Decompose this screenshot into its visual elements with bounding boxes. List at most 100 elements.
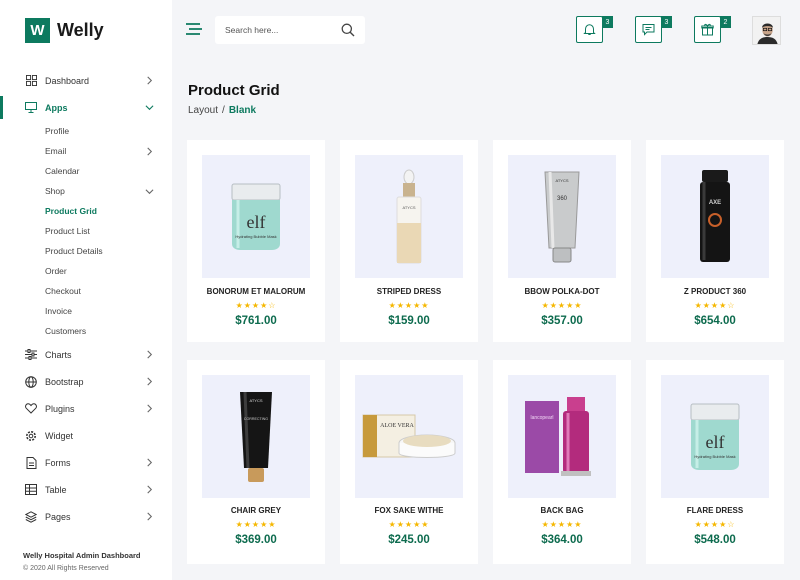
product-image[interactable]: ATYCS CORRECTING <box>202 375 310 498</box>
sidebar-subitem-customers[interactable]: Customers <box>45 321 172 341</box>
notifications-button[interactable]: 3 <box>576 16 613 43</box>
subitem-label: Product List <box>45 226 90 236</box>
sidebar-subitem-email[interactable]: Email <box>45 141 172 161</box>
sidebar-item-label: Pages <box>45 511 71 522</box>
product-image[interactable]: ATYCS <box>355 155 463 278</box>
product-price: $357.00 <box>541 315 583 327</box>
sidebar-item-plugins[interactable]: Plugins <box>0 395 172 422</box>
sidebar-subitem-product-list[interactable]: Product List <box>45 221 172 241</box>
product-image[interactable]: lancopearl <box>508 375 616 498</box>
product-card[interactable]: AXE Z PRODUCT 360 ★★★★☆ $654.00 <box>646 140 784 342</box>
subitem-label: Product Details <box>45 246 103 256</box>
breadcrumb-parent[interactable]: Layout <box>188 105 218 116</box>
sidebar-footer: Welly Hospital Admin Dashboard © 2020 Al… <box>23 551 141 572</box>
monitor-icon <box>25 102 37 114</box>
subitem-label: Product Grid <box>45 206 97 216</box>
sidebar-item-pages[interactable]: Pages <box>0 503 172 530</box>
chevron-right-icon <box>147 458 153 467</box>
product-name[interactable]: CHAIR GREY <box>187 506 325 515</box>
product-image[interactable]: ATYCS 360 <box>508 155 616 278</box>
product-card[interactable]: ATYCS STRIPED DRESS ★★★★★ $159.00 <box>340 140 478 342</box>
spray-can-icon: AXE <box>700 169 730 262</box>
sidebar-subitem-product-details[interactable]: Product Details <box>45 241 172 261</box>
svg-text:elf: elf <box>247 212 266 232</box>
sidebar-item-label: Dashboard <box>45 75 90 86</box>
sidebar-item-table[interactable]: Table <box>0 476 172 503</box>
subitem-label: Checkout <box>45 286 81 296</box>
sidebar-item-apps[interactable]: Apps <box>0 94 172 121</box>
product-price: $364.00 <box>541 534 583 546</box>
sidebar-subitem-order[interactable]: Order <box>45 261 172 281</box>
product-image[interactable]: ALOE VERA <box>355 375 463 498</box>
chevron-right-icon <box>147 76 153 85</box>
product-card[interactable]: ATYCS CORRECTING CHAIR GREY ★★★★★ $369.0… <box>187 360 325 564</box>
product-name[interactable]: FOX SAKE WITHE <box>340 506 478 515</box>
product-name[interactable]: FLARE DRESS <box>646 506 784 515</box>
rating-stars: ★★★★☆ <box>694 520 736 529</box>
product-name[interactable]: STRIPED DRESS <box>340 287 478 296</box>
product-name[interactable]: BONORUM ET MALORUM <box>187 287 325 296</box>
product-name[interactable]: BBOW POLKA-DOT <box>493 287 631 296</box>
cream-box-icon: ALOE VERA <box>362 414 456 458</box>
sidebar-item-label: Bootstrap <box>45 376 84 387</box>
product-card[interactable]: ATYCS 360 BBOW POLKA-DOT ★★★★★ $357.00 <box>493 140 631 342</box>
product-image[interactable]: elf Hydrating Bubble Mask <box>661 375 769 498</box>
product-card[interactable]: elf Hydrating Bubble Mask FLARE DRESS ★★… <box>646 360 784 564</box>
subitem-label: Shop <box>45 186 65 196</box>
file-icon <box>25 456 37 469</box>
sidebar-subitem-profile[interactable]: Profile <box>45 121 172 141</box>
product-card[interactable]: ALOE VERA FOX SAKE WITHE ★★★★★ $245.00 <box>340 360 478 564</box>
search-input[interactable] <box>225 25 335 35</box>
sidebar-item-label: Plugins <box>45 403 75 414</box>
dropper-bottle-icon: ATYCS <box>396 169 422 263</box>
svg-text:Hydrating Bubble Mask: Hydrating Bubble Mask <box>235 234 276 239</box>
search-icon[interactable] <box>341 23 355 37</box>
subitem-label: Profile <box>45 126 70 136</box>
tube-icon: ATYCS 360 <box>544 171 580 262</box>
product-card[interactable]: elf Hydrating Bubble Mask BONORUM ET MAL… <box>187 140 325 342</box>
breadcrumb: Layout / Blank <box>188 105 256 116</box>
sidebar-subitem-calendar[interactable]: Calendar <box>45 161 172 181</box>
product-image[interactable]: AXE <box>661 155 769 278</box>
chevron-down-icon <box>145 189 154 195</box>
product-name[interactable]: BACK BAG <box>493 506 631 515</box>
sidebar-item-bootstrap[interactable]: Bootstrap <box>0 368 172 395</box>
product-name[interactable]: Z PRODUCT 360 <box>646 287 784 296</box>
breadcrumb-current: Blank <box>228 105 257 116</box>
subitem-label: Invoice <box>45 306 72 316</box>
chevron-right-icon <box>147 485 153 494</box>
svg-text:CORRECTING: CORRECTING <box>244 417 268 421</box>
hamburger-menu-icon[interactable] <box>186 22 202 36</box>
chevron-right-icon <box>147 350 153 359</box>
brand-logo[interactable]: W Welly <box>25 18 104 43</box>
product-image[interactable]: elf Hydrating Bubble Mask <box>202 155 310 278</box>
product-card[interactable]: lancopearl BACK BAG ★★★★★ $364.00 <box>493 360 631 564</box>
gifts-button[interactable]: 2 <box>694 16 731 43</box>
svg-text:Hydrating Bubble Mask: Hydrating Bubble Mask <box>694 454 735 459</box>
chat-icon <box>642 24 655 36</box>
sidebar-item-label: Apps <box>45 102 68 113</box>
sidebar-item-charts[interactable]: Charts <box>0 341 172 368</box>
avatar[interactable] <box>752 16 781 45</box>
sidebar-item-forms[interactable]: Forms <box>0 449 172 476</box>
sidebar-subitem-product-grid[interactable]: Product Grid <box>45 201 172 221</box>
messages-badge: 3 <box>661 16 672 28</box>
bell-icon <box>583 24 596 35</box>
subitem-label: Email <box>45 146 67 156</box>
chevron-right-icon <box>147 377 153 386</box>
heart-icon <box>25 403 37 415</box>
sidebar-item-widget[interactable]: Widget <box>0 422 172 449</box>
rating-stars: ★★★★★ <box>541 520 583 529</box>
sidebar-item-dashboard[interactable]: Dashboard <box>0 67 172 94</box>
sidebar-subitem-shop[interactable]: Shop <box>45 181 172 201</box>
sidebar: W Welly Dashboard Apps Profile Email Cal… <box>0 0 172 580</box>
subitem-label: Calendar <box>45 166 80 176</box>
messages-button[interactable]: 3 <box>635 16 672 43</box>
chevron-right-icon <box>147 147 153 156</box>
footer-copyright: © 2020 All Rights Reserved <box>23 565 109 572</box>
sidebar-subitem-checkout[interactable]: Checkout <box>45 281 172 301</box>
rating-stars: ★★★★☆ <box>235 301 277 310</box>
sidebar-nav: Dashboard Apps Profile Email Calendar Sh… <box>0 67 172 530</box>
chevron-right-icon <box>147 512 153 521</box>
sidebar-subitem-invoice[interactable]: Invoice <box>45 301 172 321</box>
